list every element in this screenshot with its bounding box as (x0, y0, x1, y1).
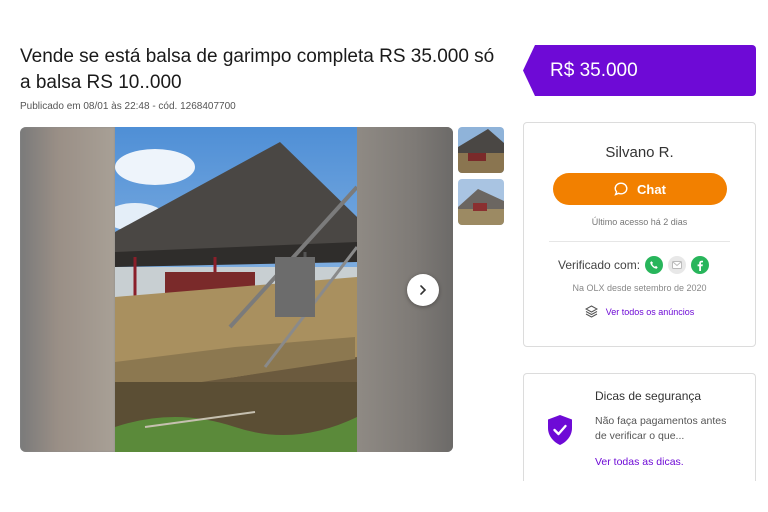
safety-tips-link[interactable]: Ver todas as dicas. (595, 456, 684, 468)
verified-row: Verificado com: (558, 256, 755, 274)
verified-label: Verificado com: (558, 258, 641, 272)
listing-title: Vende se está balsa de garimpo completa … (20, 46, 495, 93)
thumbnail-strip (458, 127, 504, 231)
price-badge: R$ 35.000 (523, 45, 756, 96)
gallery-blur-left (20, 127, 115, 452)
thumbnail-1[interactable] (458, 127, 504, 173)
last-access-text: Último acesso há 2 dias (591, 217, 688, 227)
chat-button-label: Chat (637, 181, 666, 197)
email-icon (668, 256, 687, 274)
shield-check-icon (548, 415, 572, 445)
next-image-button[interactable] (407, 274, 439, 306)
divider (549, 241, 730, 242)
layers-icon (584, 305, 598, 318)
barge-photo (115, 127, 357, 452)
chat-bubble-icon (614, 182, 628, 196)
safety-text: Não faça pagamentos antes de verificar o… (595, 415, 727, 442)
main-photo[interactable] (115, 127, 357, 452)
all-ads-link[interactable]: Ver todos os anúncios (524, 305, 755, 318)
thumbnail-2-image (458, 179, 504, 225)
chat-button[interactable]: Chat (552, 173, 727, 205)
phone-icon (645, 256, 664, 274)
safety-title: Dicas de segurança (595, 389, 702, 403)
seller-name: Silvano R. (605, 144, 674, 161)
thumbnail-1-image (458, 127, 504, 173)
thumbnail-2[interactable] (458, 179, 504, 225)
facebook-icon (691, 256, 710, 274)
safety-tips-card: Dicas de segurança Não faça pagamentos a… (523, 373, 756, 481)
chevron-right-icon (420, 285, 427, 295)
member-since-text: Na OLX desde setembro de 2020 (572, 283, 707, 293)
all-ads-label: Ver todos os anúncios (605, 306, 695, 317)
seller-card: Silvano R. Chat Último acesso há 2 dias … (523, 122, 756, 347)
image-gallery[interactable] (20, 127, 453, 452)
listing-meta: Publicado em 08/01 às 22:48 - cód. 12684… (20, 101, 236, 112)
